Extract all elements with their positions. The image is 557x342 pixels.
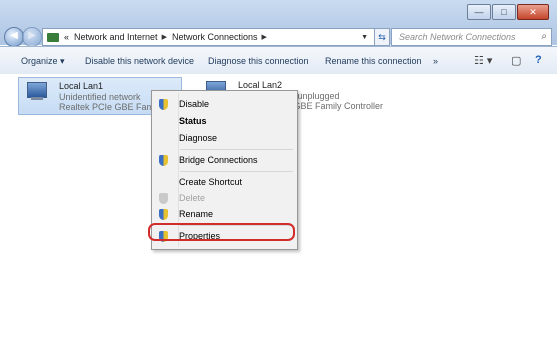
breadcrumb-network-and-internet[interactable]: Network and Internet [74, 32, 158, 42]
breadcrumb-separator-icon[interactable]: ▶ [262, 33, 267, 41]
search-icon[interactable]: ⌕ [541, 31, 547, 42]
close-icon: ✕ [529, 7, 537, 17]
menu-item-delete[interactable]: Delete [154, 190, 294, 207]
connection-name: Local Lan2 [238, 80, 283, 90]
refresh-icon: ⇆ [378, 32, 386, 42]
title-bar: — □ ✕ ◀ ▶ « Network and Internet ▶ Netwo… [0, 0, 557, 47]
forward-arrow-icon: ▶ [28, 30, 36, 41]
menu-separator [180, 149, 293, 150]
network-adapter-icon [25, 82, 49, 102]
menu-item-status[interactable]: Status [154, 113, 294, 130]
menu-item-label: Diagnose [179, 133, 218, 143]
uac-shield-icon [159, 155, 168, 166]
menu-item-disable[interactable]: Disable [154, 96, 294, 113]
menu-item-label: Disable [179, 99, 210, 109]
menu-item-diagnose[interactable]: Diagnose [154, 130, 294, 147]
menu-item-label: Bridge Connections [179, 155, 258, 165]
minimize-icon: — [474, 7, 484, 17]
window-controls: — □ ✕ [466, 4, 549, 20]
maximize-button[interactable]: □ [492, 4, 516, 20]
connection-name: Local Lan1 [59, 81, 104, 91]
more-commands-button[interactable]: » [433, 56, 438, 66]
minimize-button[interactable]: — [467, 4, 491, 20]
menu-item-bridge-connections[interactable]: Bridge Connections [154, 152, 294, 169]
menu-item-rename[interactable]: Rename [154, 206, 294, 223]
uac-shield-icon [159, 99, 168, 110]
connection-status: Unidentified network [59, 92, 141, 102]
refresh-button[interactable]: ⇆ [374, 28, 390, 46]
breadcrumb-separator-icon[interactable]: ▶ [162, 33, 167, 41]
properties-highlight-outline [148, 223, 295, 241]
search-input[interactable]: Search Network Connections ⌕ [391, 28, 552, 46]
network-folder-icon [47, 32, 59, 42]
organize-button[interactable]: Organize ▾ [21, 56, 65, 67]
uac-shield-icon [159, 193, 168, 204]
rename-connection-button[interactable]: Rename this connection [325, 56, 422, 66]
search-placeholder: Search Network Connections [399, 32, 516, 42]
uac-shield-icon [159, 209, 168, 220]
menu-separator [180, 171, 293, 172]
menu-item-label: Status [179, 116, 207, 126]
view-options-icon[interactable]: ☷ ▾ [474, 54, 492, 67]
menu-item-label: Create Shortcut [179, 177, 243, 187]
menu-item-create-shortcut[interactable]: Create Shortcut [154, 174, 294, 191]
menu-item-label: Rename [179, 209, 214, 219]
menu-item-label: Delete [179, 193, 206, 203]
address-dropdown-icon[interactable]: ▼ [361, 34, 368, 41]
back-button[interactable]: ◀ [4, 27, 24, 47]
help-icon[interactable]: ? [535, 54, 542, 66]
command-bar: Organize ▾ Disable this network device D… [0, 46, 557, 75]
preview-pane-icon[interactable]: ▢ [511, 54, 521, 67]
breadcrumb-network-connections[interactable]: Network Connections [172, 32, 258, 42]
disable-device-button[interactable]: Disable this network device [85, 56, 194, 66]
diagnose-connection-button[interactable]: Diagnose this connection [208, 56, 309, 66]
forward-button[interactable]: ▶ [22, 27, 42, 47]
close-button[interactable]: ✕ [517, 4, 549, 20]
maximize-icon: □ [501, 7, 507, 17]
address-bar[interactable]: « Network and Internet ▶ Network Connect… [42, 28, 375, 46]
back-arrow-icon: ◀ [10, 30, 18, 41]
breadcrumb-overflow[interactable]: « [64, 32, 69, 42]
